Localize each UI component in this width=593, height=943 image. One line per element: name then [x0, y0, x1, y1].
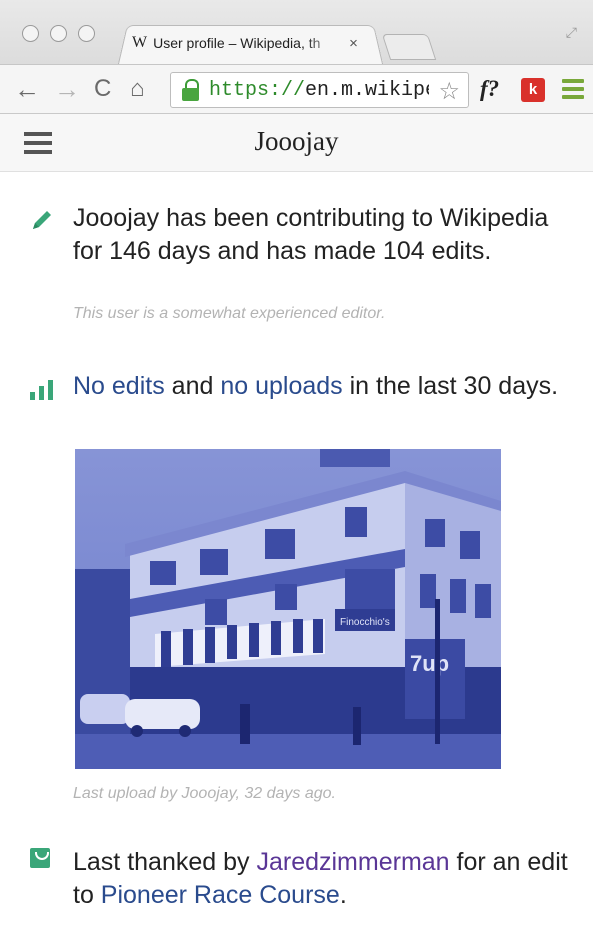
thanks-suffix: .	[339, 881, 347, 909]
home-icon[interactable]: ⌂	[130, 75, 145, 103]
url-rest: en.m.wikipedi...	[305, 78, 429, 102]
page-title: Jooojay	[254, 126, 339, 156]
last-upload-photo[interactable]: Finocchio's 7up	[75, 449, 501, 769]
bar-chart-icon	[30, 380, 54, 400]
no-uploads-link[interactable]: no uploads	[220, 372, 342, 400]
experience-note: This user is a somewhat experienced edit…	[73, 305, 386, 322]
browser-menu-icon[interactable]	[562, 79, 584, 99]
window-controls	[22, 25, 95, 42]
tab-close-icon[interactable]: ×	[349, 35, 358, 52]
no-edits-link[interactable]: No edits	[73, 372, 165, 400]
activity-rest: in the last 30 days.	[342, 372, 559, 400]
upload-caption: Last upload by Jooojay, 32 days ago.	[73, 785, 336, 802]
thanks-smiley-icon	[30, 848, 50, 868]
reload-icon[interactable]: C	[94, 75, 111, 103]
address-bar[interactable]: https://en.m.wikipedi... ☆	[170, 72, 469, 108]
url-scheme: https://	[209, 78, 306, 102]
f-extension-icon[interactable]: f?	[480, 76, 499, 102]
thanked-article-link[interactable]: Pioneer Race Course	[101, 881, 340, 909]
thanks-summary: Last thanked by Jaredzimmerman for an ed…	[73, 846, 573, 912]
browser-tab[interactable]: W User profile – Wikipedia, th ×	[132, 30, 377, 56]
thanks-prefix: Last thanked by	[73, 848, 257, 876]
browser-toolbar: ← → C ⌂ https://en.m.wikipedi... ☆ f? k	[0, 64, 593, 114]
pencil-icon	[33, 211, 51, 229]
browser-tab-bar: W User profile – Wikipedia, th × ⤢	[0, 0, 593, 64]
fullscreen-icon[interactable]: ⤢	[566, 24, 577, 41]
svg-text:Finocchio's: Finocchio's	[340, 617, 390, 628]
tab-title: User profile – Wikipedia, th	[153, 35, 321, 51]
lock-icon	[181, 78, 201, 102]
bookmark-star-icon[interactable]: ☆	[438, 77, 460, 106]
url-text[interactable]: https://en.m.wikipedi...	[209, 79, 429, 102]
forward-arrow-icon[interactable]: →	[54, 75, 80, 103]
activity-summary: No edits and no uploads in the last 30 d…	[73, 370, 573, 403]
back-arrow-icon[interactable]: ←	[14, 75, 40, 103]
thanking-user-link[interactable]: Jaredzimmerman	[256, 848, 449, 876]
k-extension-icon[interactable]: k	[521, 78, 545, 102]
page-header: Jooojay	[0, 114, 593, 172]
activity-and: and	[164, 372, 221, 400]
zoom-window-button[interactable]	[78, 25, 95, 42]
upload-photo-image: Finocchio's 7up	[75, 449, 501, 769]
svg-text:7up: 7up	[410, 651, 449, 676]
minimize-window-button[interactable]	[50, 25, 67, 42]
close-window-button[interactable]	[22, 25, 39, 42]
wikipedia-favicon-icon: W	[132, 34, 148, 51]
new-tab-button[interactable]	[381, 34, 437, 60]
contribution-summary: Jooojay has been contributing to Wikiped…	[73, 204, 549, 265]
